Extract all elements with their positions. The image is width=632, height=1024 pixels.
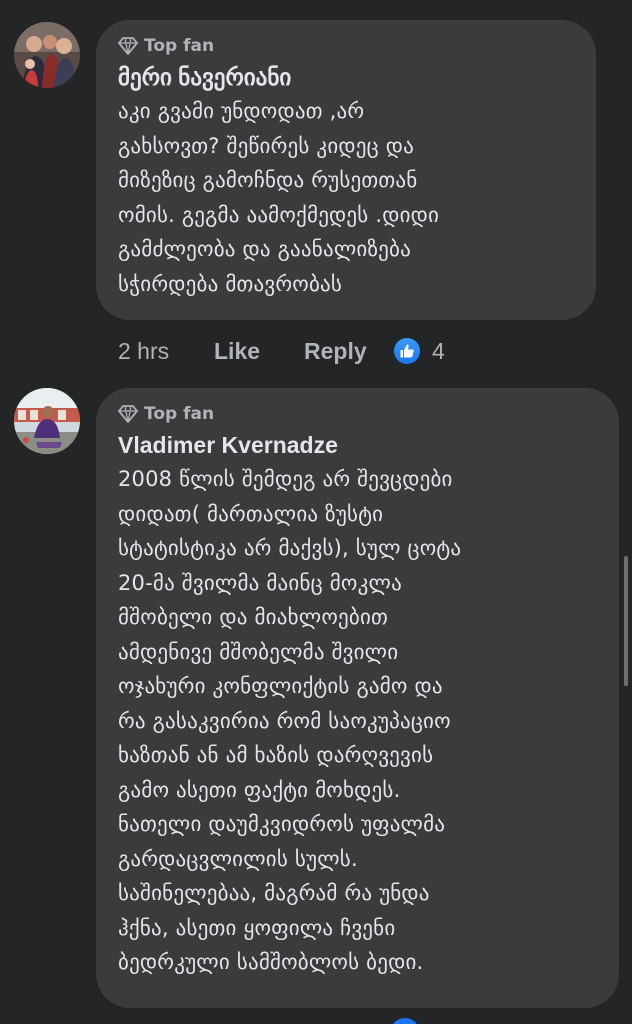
diamond-icon [118, 405, 138, 423]
top-fan-badge: Top fan [118, 34, 574, 58]
reply-button[interactable]: Reply [304, 338, 394, 365]
top-fan-label: Top fan [144, 36, 215, 56]
avatar[interactable] [14, 22, 80, 88]
avatar-photo [14, 388, 80, 454]
top-fan-badge: Top fan [118, 402, 597, 426]
comment-author[interactable]: მერი ნავერიანი [118, 62, 574, 92]
comment-timestamp[interactable]: 2 hrs [118, 338, 214, 365]
top-fan-label: Top fan [144, 404, 215, 424]
reaction-badge-partial [390, 1018, 420, 1024]
diamond-icon [118, 37, 138, 55]
comment-bubble: Top fan მერი ნავერიანი აკი გვამი უნდოდათ… [96, 20, 596, 320]
like-button[interactable]: Like [214, 338, 304, 365]
reaction-count: 4 [432, 337, 445, 364]
scrollbar[interactable] [624, 556, 628, 686]
comment-actions: 2 hrs Like Reply 4 [118, 336, 445, 366]
comment-bubble: Top fan Vladimer Kvernadze 2008 წლის შემ… [96, 388, 619, 1008]
reaction-summary[interactable]: 4 [394, 338, 445, 365]
comment-text: 2008 წლის შემდეგ არ შევცდები დიდათ( მართ… [118, 467, 462, 974]
comment-author[interactable]: Vladimer Kvernadze [118, 430, 597, 460]
comment-text: აკი გვამი უნდოდათ ,არ გახსოვთ? შეწირეს კ… [118, 99, 440, 296]
thumbs-up-icon [394, 338, 420, 364]
avatar[interactable] [14, 388, 80, 454]
comments-feed: Top fan მერი ნავერიანი აკი გვამი უნდოდათ… [0, 0, 632, 1024]
avatar-photo [14, 22, 80, 88]
